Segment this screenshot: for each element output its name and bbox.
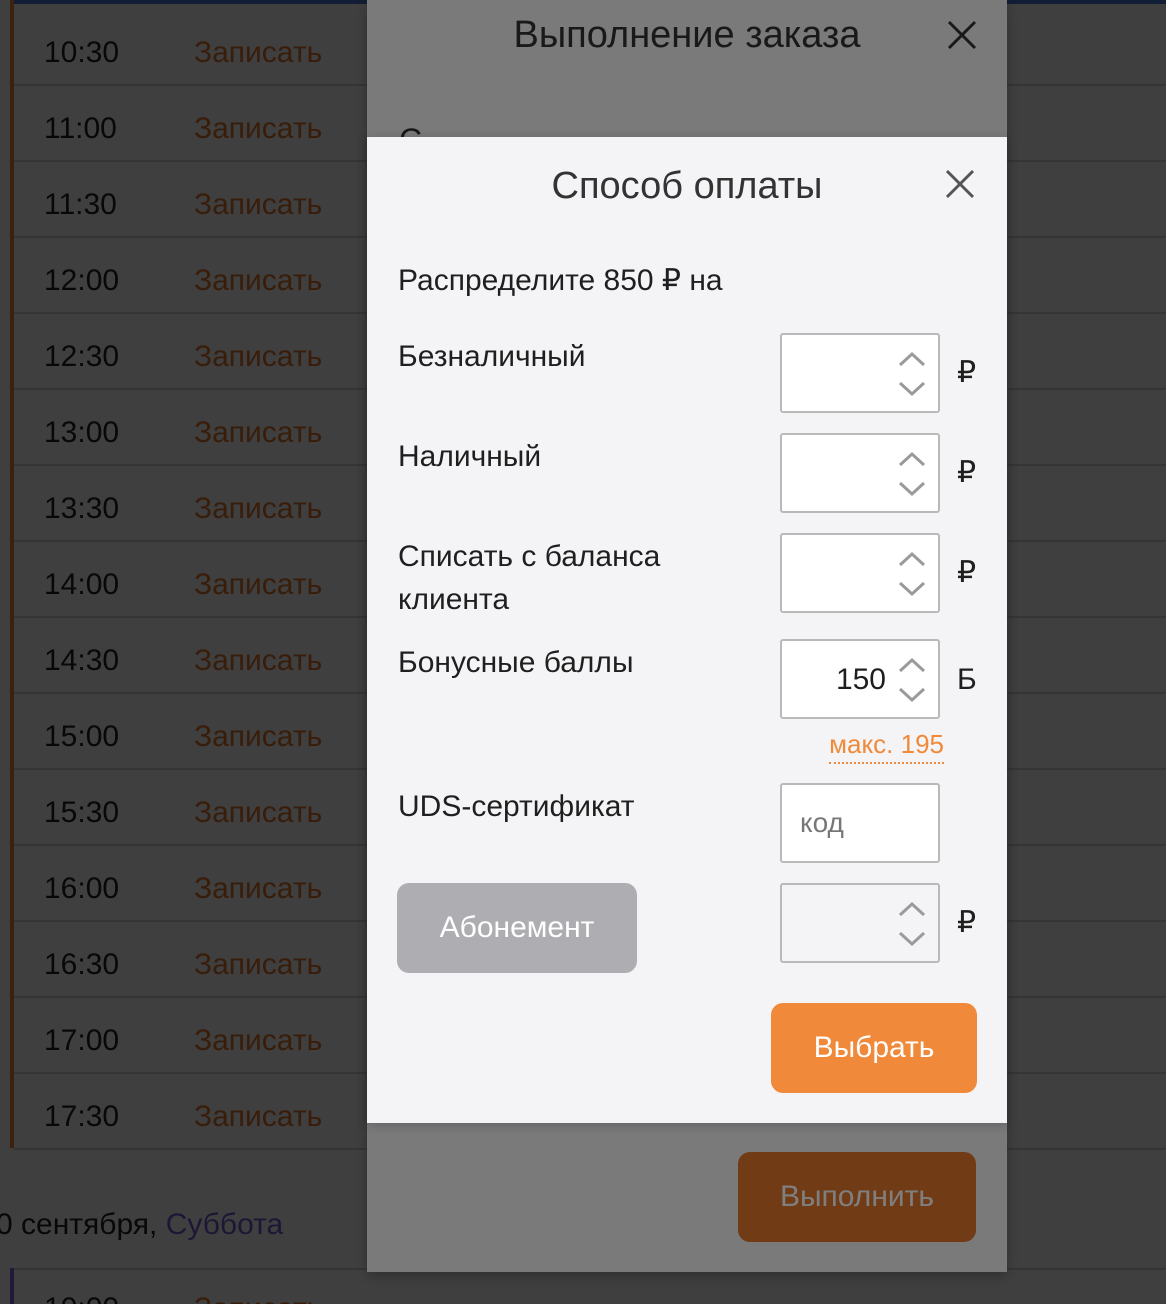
bonus-points-input[interactable]: 150 <box>780 639 940 719</box>
distribute-amount-text: Распределите 850 ₽ на <box>398 264 723 297</box>
subscription-button[interactable]: Абонемент <box>397 883 637 973</box>
cashless-label: Безналичный <box>398 340 586 373</box>
currency-unit: ₽ <box>957 556 977 589</box>
stepper-arrows-icon[interactable] <box>896 649 928 711</box>
bonus-points-label: Бонусные баллы <box>398 646 634 679</box>
dialog-title: Способ оплаты <box>551 165 823 207</box>
select-button[interactable]: Выбрать <box>771 1003 977 1093</box>
currency-unit: ₽ <box>957 906 977 939</box>
cash-label: Наличный <box>398 440 542 473</box>
currency-unit: ₽ <box>957 356 977 389</box>
uds-code-input[interactable] <box>780 783 940 863</box>
input-value: 150 <box>835 663 886 696</box>
stepper-arrows-icon[interactable] <box>896 893 928 955</box>
client-balance-input[interactable] <box>780 533 940 613</box>
stepper-arrows-icon[interactable] <box>896 543 928 605</box>
client-balance-label: Списать с баланса клиента <box>398 540 661 616</box>
close-icon[interactable] <box>943 167 977 201</box>
stepper-arrows-icon[interactable] <box>896 343 928 405</box>
payment-method-dialog: Способ оплаты Распределите 850 ₽ на Безн… <box>367 137 1007 1123</box>
stepper-arrows-icon[interactable] <box>896 443 928 505</box>
cash-amount-input[interactable] <box>780 433 940 513</box>
subscription-amount-input[interactable] <box>780 883 940 963</box>
bonus-max-link[interactable]: макс. 195 <box>829 729 944 764</box>
currency-unit: ₽ <box>957 456 977 489</box>
points-unit: Б <box>957 663 977 696</box>
uds-certificate-label: UDS-сертификат <box>398 790 635 823</box>
cashless-amount-input[interactable] <box>780 333 940 413</box>
